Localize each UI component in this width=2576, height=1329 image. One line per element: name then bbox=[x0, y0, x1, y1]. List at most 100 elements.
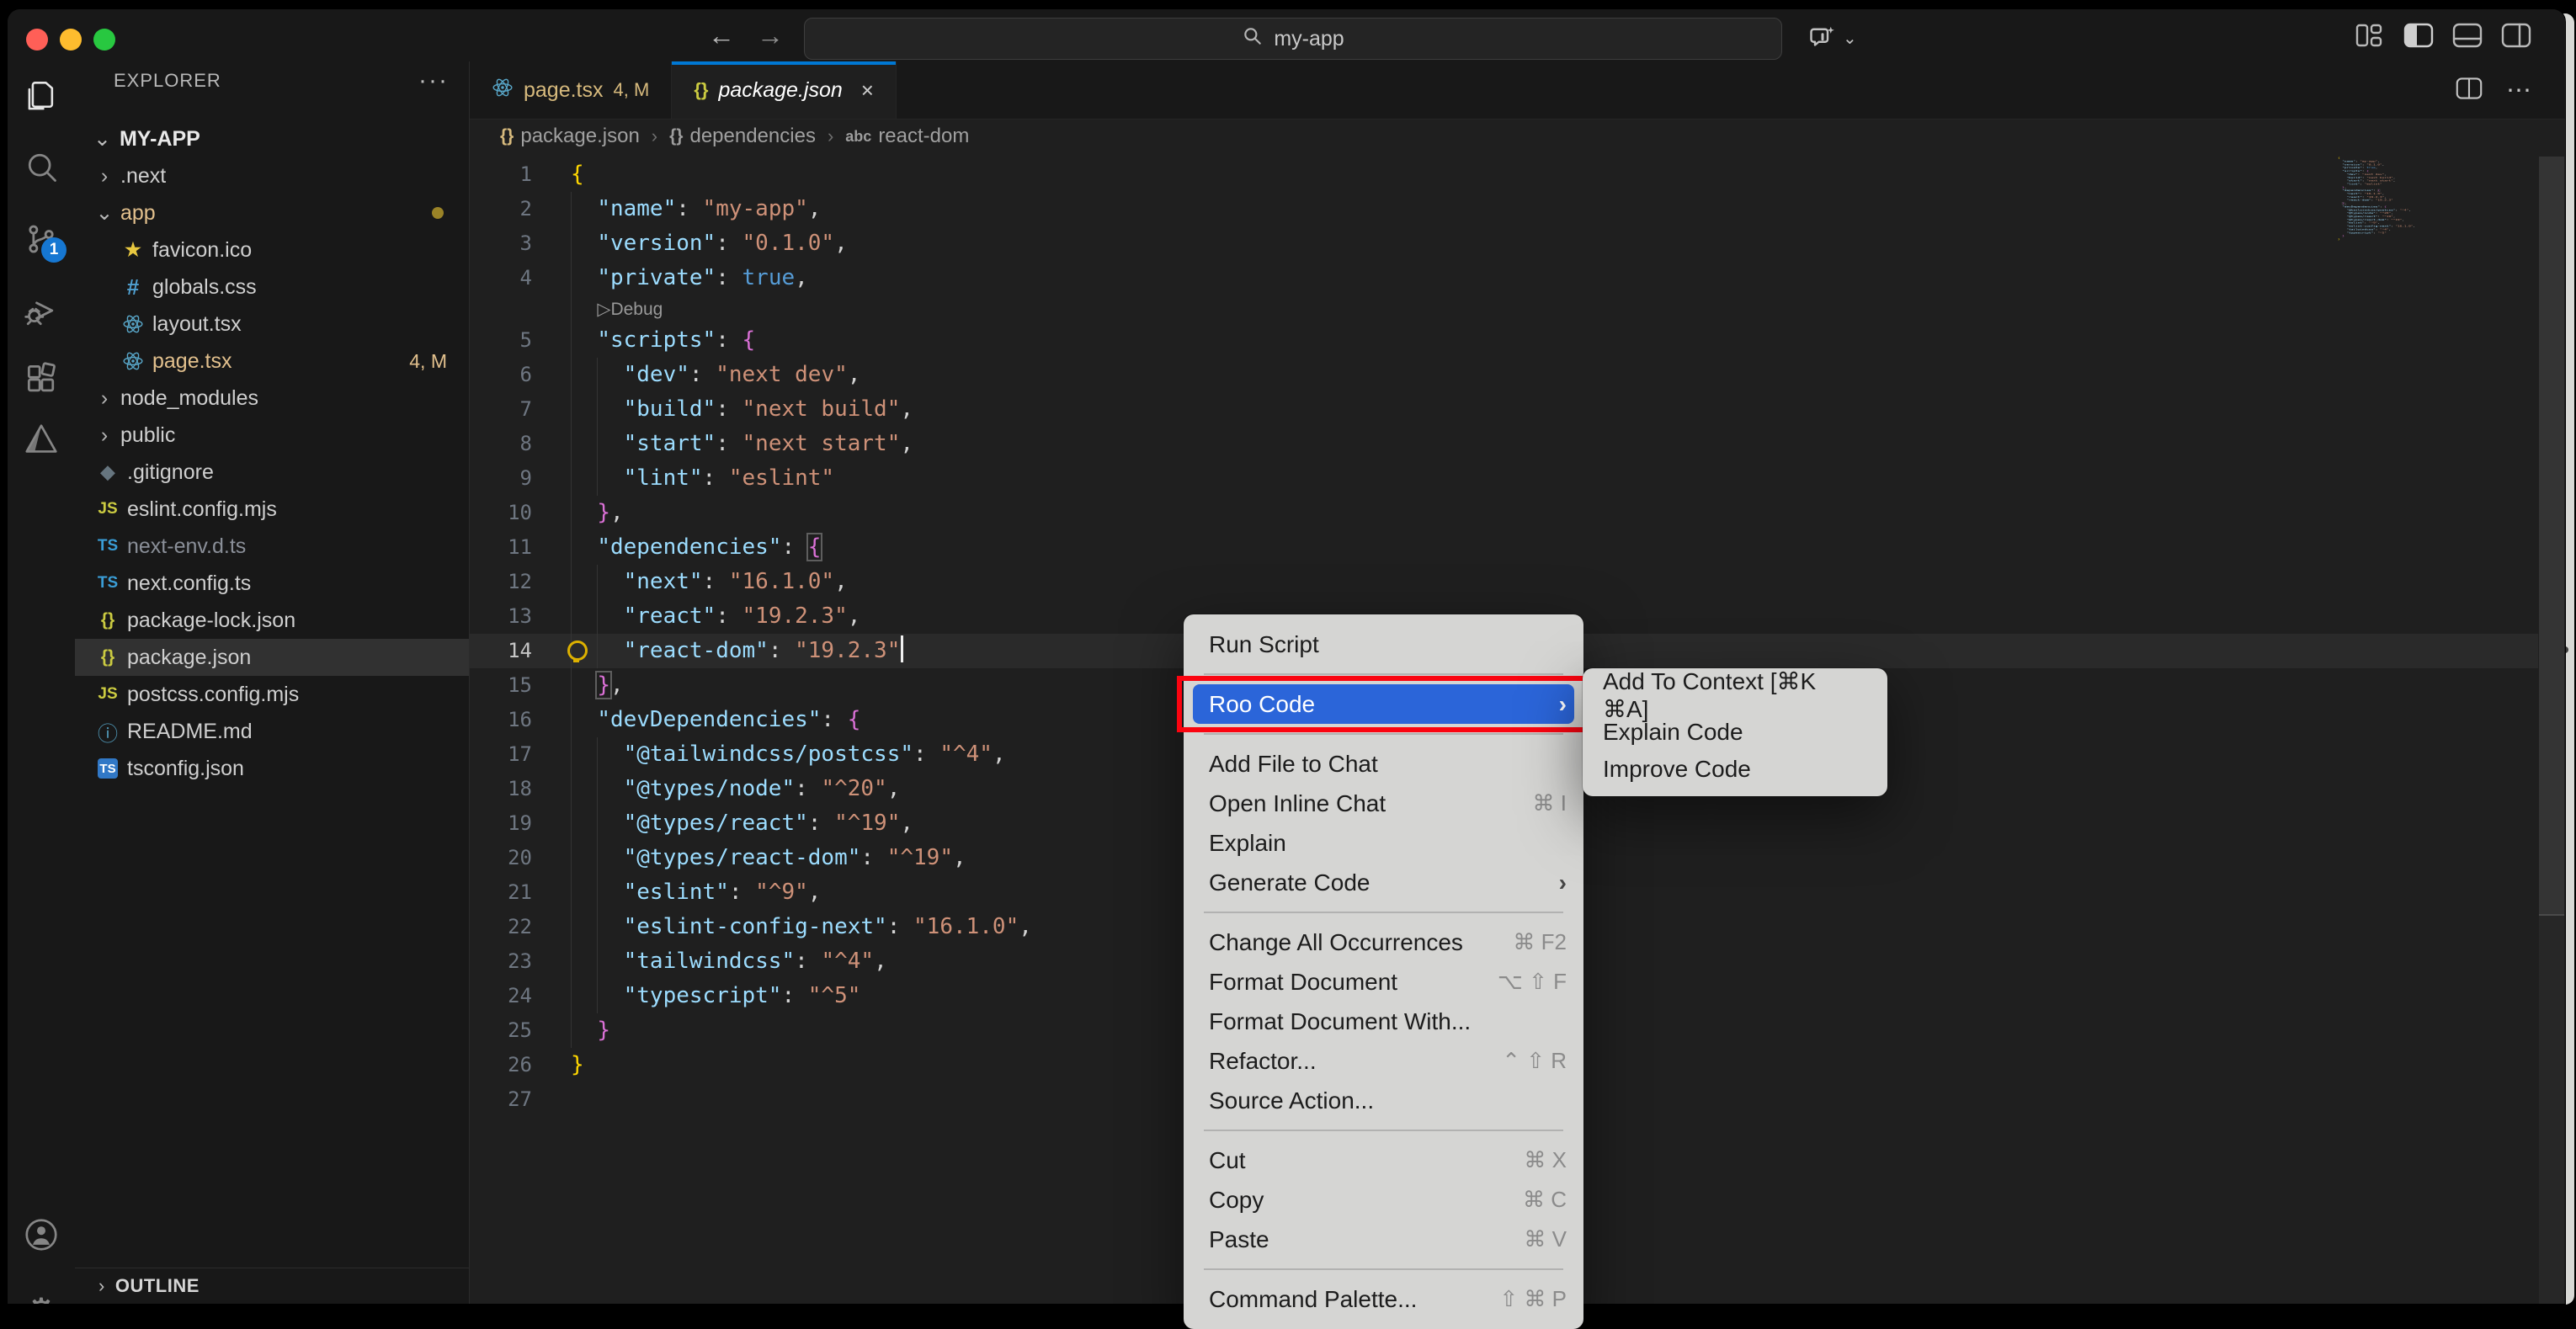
menu-item-command-palette-[interactable]: Command Palette...⇧ ⌘ P bbox=[1184, 1279, 1583, 1319]
editor-scrollbar[interactable] bbox=[2539, 157, 2564, 1304]
file-label: next-env.d.ts bbox=[127, 534, 246, 559]
menu-item-format-document[interactable]: Format Document⌥ ⇧ F bbox=[1184, 962, 1583, 1002]
forward-arrow-icon[interactable]: → bbox=[755, 18, 785, 53]
minimize-window-button[interactable] bbox=[60, 29, 82, 51]
submenu-item-add-to-context-k-a-[interactable]: Add To Context [⌘K ⌘A] bbox=[1583, 677, 1887, 714]
indent-guide bbox=[571, 703, 572, 737]
menu-item-copy[interactable]: Copy⌘ C bbox=[1184, 1180, 1583, 1220]
tree-item-public[interactable]: ›public bbox=[75, 417, 469, 454]
codelens-debug[interactable]: ▷Debug bbox=[470, 295, 2538, 323]
menu-item-source-action-[interactable]: Source Action... bbox=[1184, 1081, 1583, 1120]
menu-item-format-document-with-[interactable]: Format Document With... bbox=[1184, 1002, 1583, 1041]
copilot-menu[interactable]: ⌄ bbox=[1807, 21, 1857, 56]
back-arrow-icon[interactable]: ← bbox=[706, 18, 737, 53]
code-line-1[interactable]: 1{ bbox=[470, 157, 2538, 192]
tree-item-app[interactable]: ⌄app bbox=[75, 194, 469, 231]
tree-item-package-json[interactable]: {}package.json bbox=[75, 639, 469, 676]
tree-item-globals-css[interactable]: #globals.css bbox=[75, 268, 469, 306]
submenu-item-label: Explain Code bbox=[1603, 719, 1743, 746]
lightbulb-icon[interactable] bbox=[567, 641, 588, 661]
tab-package-json[interactable]: {}package.json× bbox=[672, 61, 897, 119]
tree-item-favicon-ico[interactable]: ★favicon.ico bbox=[75, 231, 469, 268]
code-line-9[interactable]: 9"lint": "eslint" bbox=[470, 461, 2538, 496]
toggle-panel-icon[interactable] bbox=[2452, 23, 2481, 48]
settings-gear-icon[interactable]: ⚙ bbox=[8, 1280, 75, 1305]
breadcrumb-item-react-dom[interactable]: abcreact-dom bbox=[845, 125, 969, 148]
code-line-5[interactable]: 5"scripts": { bbox=[470, 323, 2538, 358]
tree-item-page-tsx[interactable]: page.tsx4, M bbox=[75, 343, 469, 380]
close-window-button[interactable] bbox=[26, 29, 48, 51]
tree-item-package-lock-json[interactable]: {}package-lock.json bbox=[75, 602, 469, 639]
zoom-window-button[interactable] bbox=[93, 29, 115, 51]
code-line-11[interactable]: 11"dependencies": { bbox=[470, 530, 2538, 565]
token: "react" bbox=[624, 603, 716, 629]
close-tab-icon[interactable]: × bbox=[861, 77, 874, 104]
customize-layout-icon[interactable] bbox=[2355, 23, 2383, 48]
account-icon[interactable] bbox=[8, 1204, 75, 1265]
menu-item-paste[interactable]: Paste⌘ V bbox=[1184, 1220, 1583, 1259]
code-line-4[interactable]: 4"private": true, bbox=[470, 261, 2538, 295]
code-line-2[interactable]: 2"name": "my-app", bbox=[470, 192, 2538, 226]
indent-guide bbox=[571, 875, 572, 910]
activity-source-control-icon[interactable]: 1 bbox=[8, 209, 75, 269]
more-actions-icon[interactable]: ⋯ bbox=[2506, 76, 2531, 105]
outline-section-header[interactable]: › OUTLINE bbox=[75, 1268, 469, 1304]
menu-item-open-inline-chat[interactable]: Open Inline Chat⌘ I bbox=[1184, 784, 1583, 823]
minimap[interactable]: {"name": "my-app","version": "0.1.0","pr… bbox=[2338, 157, 2531, 325]
split-editor-icon[interactable] bbox=[2456, 77, 2483, 104]
indent-guide bbox=[571, 295, 572, 323]
toggle-secondary-sidebar-icon[interactable] bbox=[2501, 23, 2530, 48]
code-line-8[interactable]: 8"start": "next start", bbox=[470, 427, 2538, 461]
code-line-6[interactable]: 6"dev": "next dev", bbox=[470, 358, 2538, 392]
command-center-search[interactable]: my-app bbox=[804, 18, 1782, 60]
project-root-row[interactable]: ⌄ MY-APP bbox=[75, 120, 469, 157]
token: "^4" bbox=[821, 949, 874, 974]
token: : bbox=[716, 231, 742, 256]
file-label: package-lock.json bbox=[127, 609, 295, 633]
activity-run-debug-icon[interactable] bbox=[8, 280, 75, 341]
breadcrumb-item-dependencies[interactable]: {}dependencies bbox=[669, 125, 816, 148]
file-label: eslint.config.mjs bbox=[127, 497, 277, 522]
code-line-12[interactable]: 12"next": "16.1.0", bbox=[470, 565, 2538, 599]
menu-item-explain[interactable]: Explain bbox=[1184, 823, 1583, 863]
menu-item-add-file-to-chat[interactable]: Add File to Chat bbox=[1184, 744, 1583, 784]
menu-item-generate-code[interactable]: Generate Code› bbox=[1184, 863, 1583, 902]
tree-item-postcss-config-mjs[interactable]: JSpostcss.config.mjs bbox=[75, 676, 469, 713]
menu-item-refactor-[interactable]: Refactor...⌃ ⇧ R bbox=[1184, 1041, 1583, 1081]
code-line-3[interactable]: 3"version": "0.1.0", bbox=[470, 226, 2538, 261]
menu-item-cut[interactable]: Cut⌘ X bbox=[1184, 1140, 1583, 1180]
menu-item-label: Refactor... bbox=[1209, 1048, 1317, 1075]
toggle-primary-sidebar-icon[interactable] bbox=[2403, 23, 2432, 48]
tree-item--next[interactable]: ›.next bbox=[75, 157, 469, 194]
breadcrumb-item-package-json[interactable]: {}package.json bbox=[500, 125, 640, 148]
token: "^19" bbox=[2391, 219, 2402, 221]
tree-item-tsconfig-json[interactable]: TStsconfig.json bbox=[75, 750, 469, 787]
activity-prism-extension-icon[interactable] bbox=[8, 410, 75, 470]
tree-item--gitignore[interactable]: ◆.gitignore bbox=[75, 454, 469, 491]
code-line-10[interactable]: 10}, bbox=[470, 496, 2538, 530]
tree-item-next-env-d-ts[interactable]: TSnext-env.d.ts bbox=[75, 528, 469, 565]
file-label: tsconfig.json bbox=[127, 757, 244, 781]
tree-item-layout-tsx[interactable]: layout.tsx bbox=[75, 306, 469, 343]
tab-page-tsx[interactable]: page.tsx4, M bbox=[470, 61, 672, 119]
menu-item-label: Cut bbox=[1209, 1147, 1246, 1174]
menu-item-roo-code[interactable]: Roo Code› bbox=[1193, 684, 1574, 724]
activity-explorer-icon[interactable] bbox=[8, 65, 75, 125]
explorer-more-actions-icon[interactable]: ··· bbox=[418, 66, 449, 95]
token: , bbox=[887, 776, 901, 801]
code-text: "version": "0.1.0", bbox=[597, 226, 847, 261]
tree-item-node-modules[interactable]: ›node_modules bbox=[75, 380, 469, 417]
menu-item-run-script[interactable]: Run Script bbox=[1184, 625, 1583, 664]
indent-guide bbox=[571, 530, 572, 565]
menu-item-change-all-occurrences[interactable]: Change All Occurrences⌘ F2 bbox=[1184, 922, 1583, 962]
code-text: "eslint-config-next": "16.1.0", bbox=[624, 910, 1032, 944]
submenu-item-improve-code[interactable]: Improve Code bbox=[1583, 751, 1887, 788]
activity-search-icon[interactable] bbox=[8, 136, 75, 197]
token: "@tailwindcss/postcss" bbox=[624, 742, 913, 767]
tree-item-next-config-ts[interactable]: TSnext.config.ts bbox=[75, 565, 469, 602]
tree-item-eslint-config-mjs[interactable]: JSeslint.config.mjs bbox=[75, 491, 469, 528]
scrollbar-thumb[interactable] bbox=[2539, 157, 2564, 916]
activity-extensions-icon[interactable] bbox=[8, 349, 75, 410]
code-line-7[interactable]: 7"build": "next build", bbox=[470, 392, 2538, 427]
tree-item-readme-md[interactable]: ⓘREADME.md bbox=[75, 713, 469, 750]
